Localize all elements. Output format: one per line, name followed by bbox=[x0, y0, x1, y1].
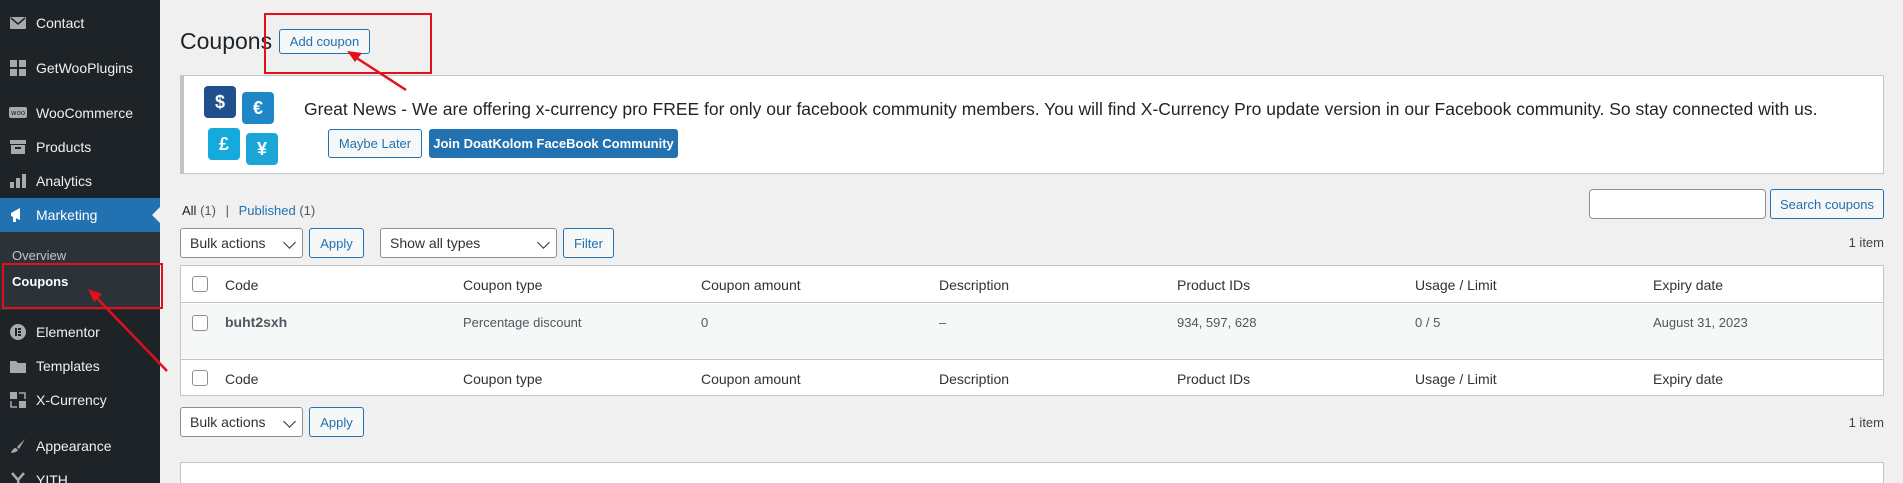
arrow-to-add-coupon bbox=[351, 53, 407, 92]
arrow-to-coupons-menu bbox=[92, 293, 168, 372]
annotation-arrows bbox=[88, 51, 407, 372]
